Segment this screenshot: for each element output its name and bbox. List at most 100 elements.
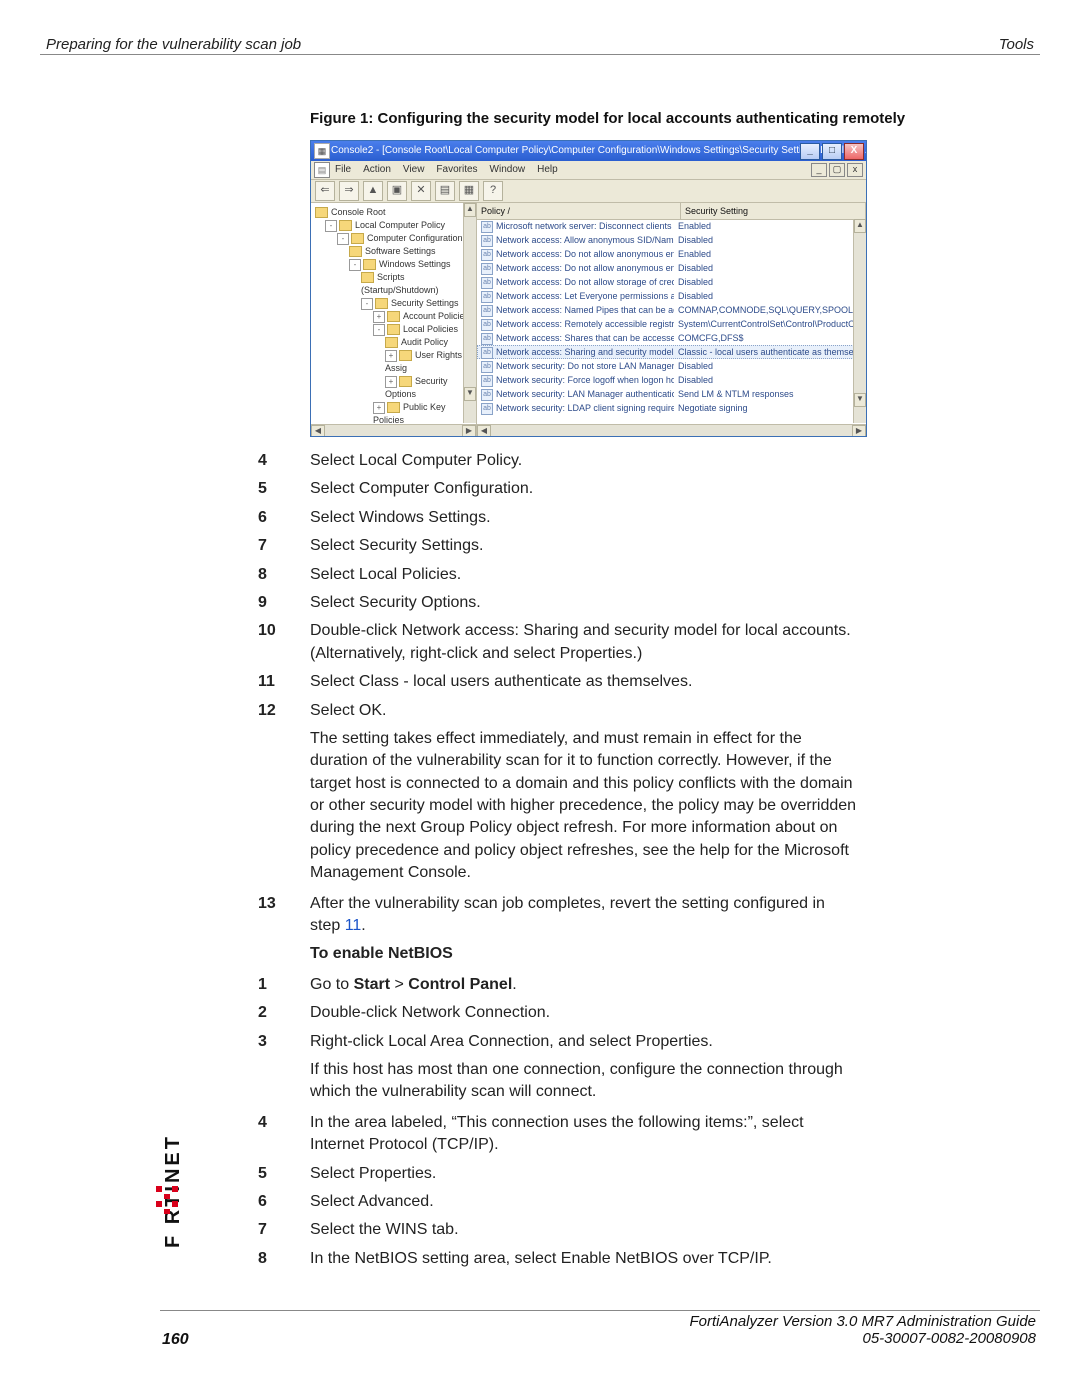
menu-item[interactable]: Action xyxy=(363,161,391,179)
tree-node[interactable]: -Local Policies xyxy=(315,323,474,336)
tree-node[interactable]: +Account Policies xyxy=(315,310,474,323)
maximize-button[interactable]: □ xyxy=(822,143,842,160)
policy-row[interactable]: abNetwork security: Do not store LAN Man… xyxy=(477,359,854,373)
policy-value: COMCFG,DFS$ xyxy=(678,333,744,343)
policy-row[interactable]: abNetwork access: Do not allow anonymous… xyxy=(477,261,854,275)
scroll-up-icon[interactable]: ▲ xyxy=(854,219,866,233)
list-header[interactable]: Policy / Security Setting xyxy=(477,203,866,220)
tree-horizontal-scrollbar[interactable]: ◀ ▶ xyxy=(311,424,476,437)
export-button[interactable]: ▦ xyxy=(459,181,479,201)
policy-item-icon: ab xyxy=(481,277,493,289)
folder-icon xyxy=(399,376,412,387)
step-number: 4 xyxy=(258,1112,310,1157)
policy-row[interactable]: abNetwork access: Sharing and security m… xyxy=(477,345,854,359)
close-button[interactable]: X xyxy=(844,143,864,160)
menu-item[interactable]: View xyxy=(403,161,425,179)
properties-button[interactable]: ▤ xyxy=(435,181,455,201)
delete-button[interactable]: ✕ xyxy=(411,181,431,201)
step-item: 6Select Windows Settings. xyxy=(258,507,858,529)
show-tree-button[interactable]: ▣ xyxy=(387,181,407,201)
step-text: Select OK. xyxy=(310,700,858,722)
mmc-titlebar[interactable]: ▦ Console2 - [Console Root\Local Compute… xyxy=(311,141,866,161)
scroll-left-icon[interactable]: ◀ xyxy=(477,425,491,437)
tree-vertical-scrollbar[interactable]: ▲ ▼ xyxy=(463,203,476,423)
help-button[interactable]: ? xyxy=(483,181,503,201)
tree-expander-icon[interactable]: - xyxy=(349,259,361,271)
step-crossref-link[interactable]: 11 xyxy=(345,917,362,934)
policy-row[interactable]: abNetwork access: Do not allow storage o… xyxy=(477,275,854,289)
menu-item[interactable]: Favorites xyxy=(436,161,477,179)
tree-node[interactable]: -Security Settings xyxy=(315,297,474,310)
mmc-details-pane[interactable]: Policy / Security Setting abMicrosoft ne… xyxy=(477,203,866,437)
tree-node[interactable]: +User Rights Assig xyxy=(315,349,474,375)
step-item: 4Select Local Computer Policy. xyxy=(258,450,858,472)
nav-back-button[interactable]: ⇐ xyxy=(315,181,335,201)
tree-label: Console Root xyxy=(331,207,386,217)
tree-node[interactable]: Console Root xyxy=(315,206,474,219)
column-header-policy[interactable]: Policy / xyxy=(477,203,681,219)
policy-value: Disabled xyxy=(678,375,713,385)
policy-name: Network access: Do not allow anonymous e… xyxy=(496,249,674,259)
minimize-button[interactable]: _ xyxy=(800,143,820,160)
tree-node[interactable]: Software Settings xyxy=(315,245,474,258)
folder-icon xyxy=(315,207,328,218)
tree-expander-icon[interactable]: + xyxy=(373,311,385,323)
policy-row[interactable]: abNetwork security: LAN Manager authenti… xyxy=(477,387,854,401)
window-title: Console2 - [Console Root\Local Computer … xyxy=(331,145,866,156)
mdi-minimize-button[interactable]: _ xyxy=(811,163,827,177)
tree-expander-icon[interactable]: - xyxy=(337,233,349,245)
tree-node[interactable]: Scripts (Startup/Shutdown) xyxy=(315,271,474,297)
step-number: 2 xyxy=(258,1002,310,1024)
step-number: 7 xyxy=(258,535,310,557)
policy-row[interactable]: abNetwork access: Shares that can be acc… xyxy=(477,331,854,345)
tree-expander-icon[interactable]: - xyxy=(373,324,385,336)
policy-name: Network access: Let Everyone permissions… xyxy=(496,291,674,301)
scroll-left-icon[interactable]: ◀ xyxy=(311,425,325,437)
text-run: . xyxy=(512,976,516,993)
step-number: 5 xyxy=(258,1163,310,1185)
tree-node[interactable]: -Computer Configuration xyxy=(315,232,474,245)
doc-icon: ▤ xyxy=(314,162,330,178)
policy-value: Disabled xyxy=(678,291,713,301)
list-vertical-scrollbar[interactable]: ▲ ▼ xyxy=(853,219,866,423)
tree-expander-icon[interactable]: + xyxy=(373,402,385,414)
mdi-close-button[interactable]: x xyxy=(847,163,863,177)
mmc-tree-pane[interactable]: Console Root -Local Computer Policy-Compu… xyxy=(311,203,477,437)
up-button[interactable]: ▲ xyxy=(363,181,383,201)
scroll-down-icon[interactable]: ▼ xyxy=(854,393,866,407)
policy-name: Network access: Do not allow anonymous e… xyxy=(496,263,674,273)
menu-item[interactable]: Window xyxy=(490,161,526,179)
tree-node[interactable]: -Windows Settings xyxy=(315,258,474,271)
footer-line-1: FortiAnalyzer Version 3.0 MR7 Administra… xyxy=(689,1313,1036,1330)
list-horizontal-scrollbar[interactable]: ◀ ▶ xyxy=(477,424,866,437)
policy-row[interactable]: abNetwork access: Let Everyone permissio… xyxy=(477,289,854,303)
policy-row[interactable]: abNetwork access: Named Pipes that can b… xyxy=(477,303,854,317)
step-item: 8Select Local Policies. xyxy=(258,564,858,586)
scroll-right-icon[interactable]: ▶ xyxy=(462,425,476,437)
policy-row[interactable]: abMicrosoft network server: Disconnect c… xyxy=(477,219,854,233)
policy-row[interactable]: abNetwork access: Do not allow anonymous… xyxy=(477,247,854,261)
policy-row[interactable]: abNetwork security: Force logoff when lo… xyxy=(477,373,854,387)
step-number: 5 xyxy=(258,478,310,500)
policy-row[interactable]: abNetwork access: Remotely accessible re… xyxy=(477,317,854,331)
policy-row[interactable]: abNetwork security: LDAP client signing … xyxy=(477,401,854,415)
tree-node[interactable]: +Security Options xyxy=(315,375,474,401)
scroll-down-icon[interactable]: ▼ xyxy=(464,387,476,401)
tree-node[interactable]: -Local Computer Policy xyxy=(315,219,474,232)
tree-expander-icon[interactable]: + xyxy=(385,376,397,388)
menu-item[interactable]: File xyxy=(335,161,351,179)
scroll-up-icon[interactable]: ▲ xyxy=(464,203,476,217)
tree-node[interactable]: Audit Policy xyxy=(315,336,474,349)
policy-item-icon: ab xyxy=(481,361,493,373)
mdi-restore-button[interactable]: ▢ xyxy=(829,163,845,177)
tree-expander-icon[interactable]: + xyxy=(385,350,397,362)
tree-expander-icon[interactable]: - xyxy=(325,220,337,232)
scroll-right-icon[interactable]: ▶ xyxy=(852,425,866,437)
menu-item[interactable]: Help xyxy=(537,161,558,179)
policy-name: Network access: Shares that can be acces… xyxy=(496,333,674,343)
policy-item-icon: ab xyxy=(481,305,493,317)
column-header-setting[interactable]: Security Setting xyxy=(681,203,866,219)
tree-expander-icon[interactable]: - xyxy=(361,298,373,310)
nav-forward-button[interactable]: ⇒ xyxy=(339,181,359,201)
policy-row[interactable]: abNetwork access: Allow anonymous SID/Na… xyxy=(477,233,854,247)
